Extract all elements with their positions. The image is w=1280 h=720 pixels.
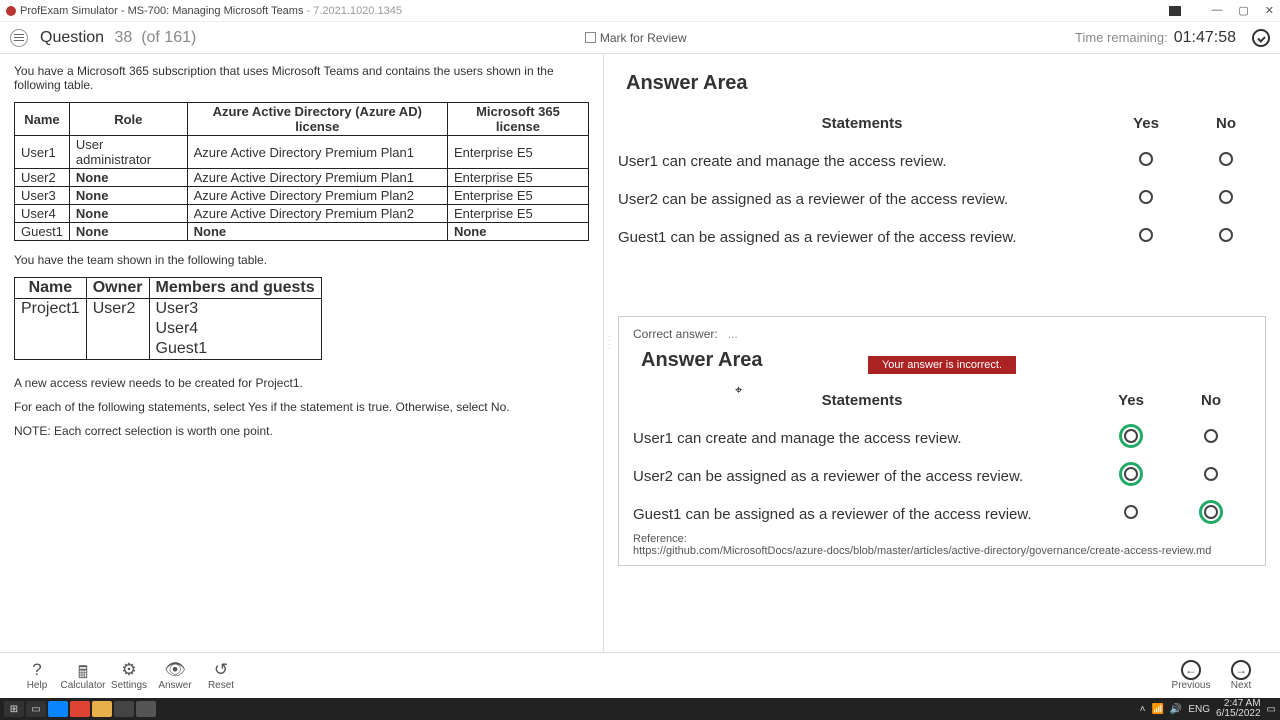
- language-indicator[interactable]: ENG: [1188, 704, 1210, 715]
- network-icon[interactable]: 📶: [1151, 704, 1163, 715]
- statement-row: Guest1 can be assigned as a reviewer of …: [618, 228, 1266, 246]
- question-text: For each of the following statements, se…: [14, 400, 589, 414]
- cursor-icon: ⌖: [735, 382, 742, 398]
- task-view-icon[interactable]: ▭: [26, 701, 46, 717]
- menu-icon[interactable]: [10, 29, 28, 47]
- statement-row: User1 can create and manage the access r…: [618, 152, 1266, 170]
- users-table: NameRoleAzure Active Directory (Azure AD…: [14, 102, 589, 241]
- explorer-icon[interactable]: [92, 701, 112, 717]
- statement-row: User2 can be assigned as a reviewer of t…: [633, 467, 1251, 485]
- app-icon[interactable]: [114, 701, 134, 717]
- maximize-button[interactable]: ▢: [1238, 4, 1248, 17]
- start-button[interactable]: ⊞: [4, 701, 24, 717]
- question-pane: You have a Microsoft 365 subscription th…: [0, 54, 604, 652]
- browser-icon[interactable]: [48, 701, 68, 717]
- mark-for-review-checkbox[interactable]: Mark for Review: [585, 31, 687, 45]
- app-icon[interactable]: [70, 701, 90, 717]
- notifications-icon[interactable]: ▭: [1267, 704, 1276, 715]
- no-radio: [1204, 429, 1218, 443]
- statements-header: Statements Yes No: [618, 115, 1266, 132]
- yes-radio: [1124, 467, 1138, 481]
- question-text: You have the team shown in the following…: [14, 253, 589, 267]
- app-icon[interactable]: [136, 701, 156, 717]
- reference-block: Reference: https://github.com/MicrosoftD…: [633, 533, 1251, 557]
- timer: Time remaining: 01:47:58: [1075, 29, 1270, 47]
- yes-radio: [1124, 429, 1138, 443]
- no-radio[interactable]: [1219, 190, 1233, 204]
- yes-radio[interactable]: [1139, 190, 1153, 204]
- system-tray[interactable]: ˄ 📶 🔊 ENG 2:47 AM 6/15/2022 ▭: [1140, 699, 1276, 719]
- statements-header: Statements Yes No: [633, 392, 1251, 409]
- statement-row: Guest1 can be assigned as a reviewer of …: [633, 505, 1251, 523]
- yes-radio: [1124, 505, 1138, 519]
- question-text: You have a Microsoft 365 subscription th…: [14, 64, 589, 92]
- answer-pane: Answer Area Statements Yes No User1 can …: [604, 54, 1280, 652]
- yes-radio[interactable]: [1139, 152, 1153, 166]
- window-title: ProfExam Simulator - MS-700: Managing Mi…: [20, 5, 402, 17]
- no-radio: [1204, 467, 1218, 481]
- no-radio[interactable]: [1219, 228, 1233, 242]
- reset-button[interactable]: ↺Reset: [198, 660, 244, 691]
- app-icon: [6, 6, 16, 16]
- window-titlebar: ProfExam Simulator - MS-700: Managing Mi…: [0, 0, 1280, 22]
- minimize-button[interactable]: —: [1211, 4, 1222, 17]
- splitter-handle[interactable]: ····: [608, 335, 611, 351]
- tray-date[interactable]: 6/15/2022: [1216, 709, 1261, 719]
- windows-taskbar[interactable]: ⊞ ▭ ˄ 📶 🔊 ENG 2:47 AM 6/15/2022 ▭: [0, 698, 1280, 720]
- answer-button[interactable]: 👁Answer: [152, 660, 198, 691]
- statement-row: User1 can create and manage the access r…: [633, 429, 1251, 447]
- settings-button[interactable]: ⚙Settings: [106, 660, 152, 691]
- statement-row: User2 can be assigned as a reviewer of t…: [618, 190, 1266, 208]
- calculator-button[interactable]: 🖩Calculator: [60, 660, 106, 691]
- submit-check-icon[interactable]: [1252, 29, 1270, 47]
- checkbox-icon: [585, 32, 596, 43]
- hint-indicator-icon: [1169, 6, 1181, 16]
- correct-answer-label: Correct answer:...: [633, 327, 1251, 341]
- yes-radio[interactable]: [1139, 228, 1153, 242]
- no-radio[interactable]: [1219, 152, 1233, 166]
- no-radio: [1204, 505, 1218, 519]
- question-counter: Question 38 (of 161): [40, 29, 196, 47]
- next-button[interactable]: →Next: [1216, 660, 1266, 691]
- previous-button[interactable]: ←Previous: [1166, 660, 1216, 691]
- tray-chevron-icon[interactable]: ˄: [1140, 704, 1146, 715]
- bottom-toolbar: ?Help 🖩Calculator ⚙Settings 👁Answer ↺Res…: [0, 652, 1280, 698]
- help-button[interactable]: ?Help: [14, 660, 60, 691]
- incorrect-banner: Your answer is incorrect.: [868, 356, 1016, 374]
- correct-answer-box: Correct answer:... Answer Area Statement…: [618, 316, 1266, 566]
- answer-area-title: Answer Area: [626, 72, 1266, 95]
- exam-header: Question 38 (of 161) Mark for Review Tim…: [0, 22, 1280, 54]
- close-button[interactable]: ✕: [1265, 4, 1274, 17]
- teams-table: NameOwnerMembers and guests Project1User…: [14, 277, 322, 360]
- volume-icon[interactable]: 🔊: [1170, 704, 1182, 715]
- question-text: NOTE: Each correct selection is worth on…: [14, 424, 589, 438]
- question-text: A new access review needs to be created …: [14, 376, 589, 390]
